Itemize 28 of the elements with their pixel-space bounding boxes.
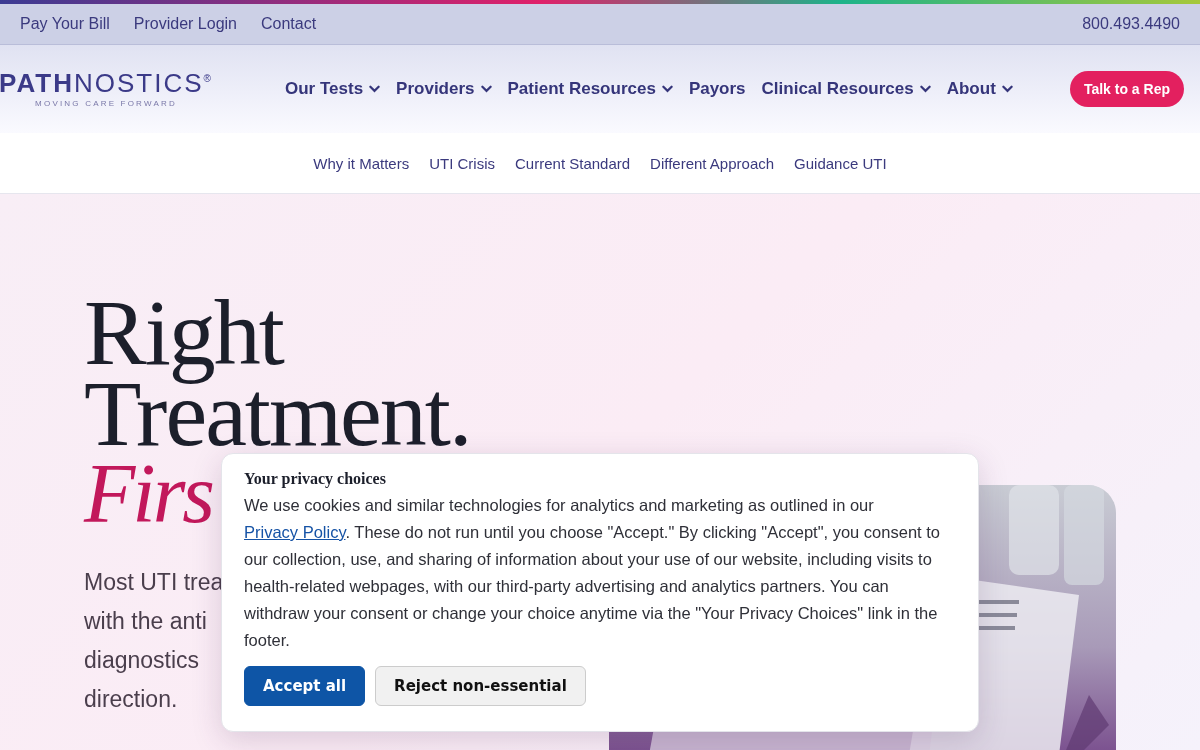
sub-nav-link[interactable]: Guidance UTI <box>794 154 887 172</box>
accept-button[interactable]: Accept all <box>244 666 366 706</box>
nav-link[interactable]: Patient Resources <box>507 79 673 99</box>
utility-link[interactable]: Pay Your Bill <box>20 15 110 33</box>
privacy-policy-link[interactable]: Privacy Policy <box>244 523 346 541</box>
nav-link[interactable]: About <box>946 79 1013 99</box>
sub-nav-link[interactable]: Why it Matters <box>313 154 410 172</box>
logo-tagline: MOVING CARE FORWARD <box>35 99 177 108</box>
talk-to-rep-button[interactable]: Talk to a Rep <box>1069 71 1184 107</box>
nav-link[interactable]: Our Tests <box>285 79 381 99</box>
utility-link[interactable]: Provider Login <box>133 15 237 33</box>
hero-text: diagnostics <box>84 646 200 675</box>
hero-heading-accent: Firs <box>84 446 213 542</box>
dialog-title: Your privacy choices <box>244 470 387 488</box>
sub-nav-link[interactable]: UTI Crisis <box>429 154 496 172</box>
nav-link[interactable]: Payors <box>688 79 746 99</box>
nav-link[interactable]: Providers <box>396 79 492 99</box>
hero-text: direction. <box>84 685 178 714</box>
nav-link[interactable]: Clinical Resources <box>761 79 931 99</box>
phone-link[interactable]: 800.493.4490 <box>1082 15 1180 33</box>
logo-wordmark[interactable]: PATHNOSTICS$^{®}$ <box>0 70 213 96</box>
sub-nav-link[interactable]: Different Approach <box>650 154 775 172</box>
sub-nav-link[interactable]: Current Standard <box>515 154 631 172</box>
dialog-text: We use cookies and similar technologies for analytics and marketing as outlined in our Privacy Policy. These do not run until you choose "Accept." By clicking "Accept", you consent to our collection, use, and sharing of information about your use of our website, including visits to health-related webpages, with our third-party advertising and analytics partners. You can withdraw your consent or change your choice anytime via the "Your Privacy Choices" link in the footer. <box>244 495 941 651</box>
reject-button[interactable]: Reject non-essential <box>375 666 586 706</box>
hero-text: Most UTI trea <box>84 568 224 597</box>
utility-link[interactable]: Contact <box>261 15 317 33</box>
hero-text: with the anti <box>84 607 207 636</box>
